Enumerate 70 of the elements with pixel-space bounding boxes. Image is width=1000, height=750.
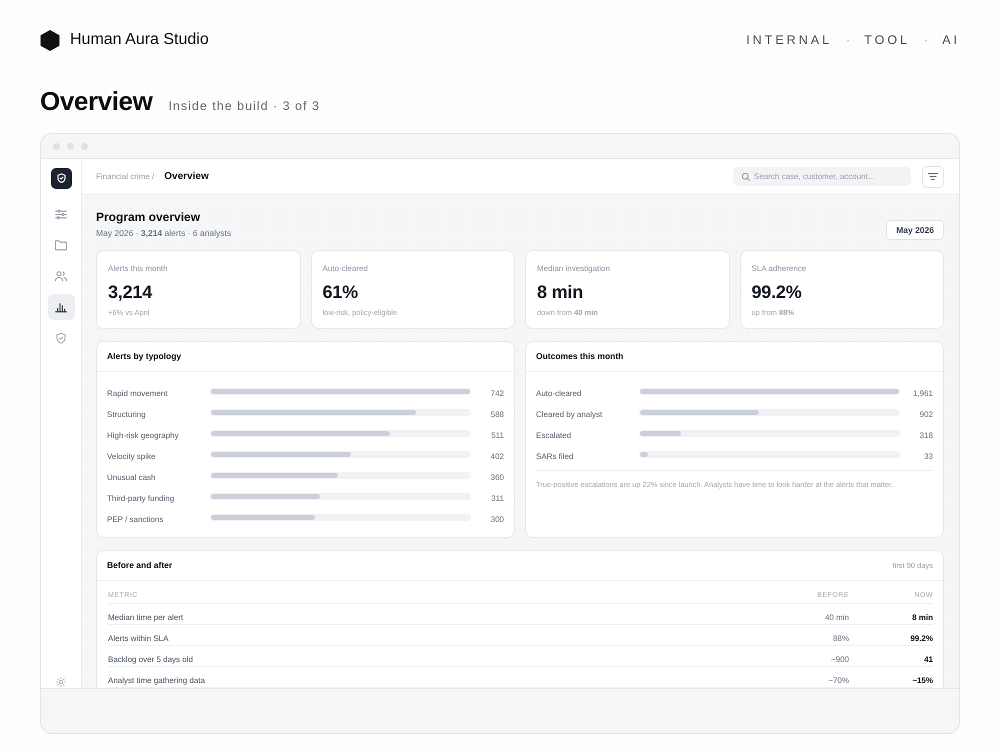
- stat-value: 61%: [322, 281, 358, 303]
- period-button[interactable]: May 2026: [886, 220, 944, 240]
- bar-label: Escalated: [536, 430, 572, 440]
- shield-check-icon: [55, 332, 67, 344]
- bar-chart-icon: [55, 302, 67, 312]
- page-subtitle: Inside the build · 3 of 3: [168, 98, 320, 114]
- brand-name: Human Aura Studio: [70, 30, 209, 50]
- stat-label: Auto-cleared: [322, 263, 368, 274]
- sliders-icon: [55, 208, 67, 220]
- filter-icon: [928, 173, 938, 180]
- table-cell: 40 min: [824, 613, 849, 622]
- bar-label: Auto-cleared: [536, 388, 582, 398]
- table-cell: Backlog over 5 days old: [108, 655, 193, 664]
- stat-value: 99.2%: [752, 281, 802, 303]
- users-icon: [55, 270, 67, 282]
- bar-label: Velocity spike: [107, 452, 156, 460]
- sidebar-item[interactable]: [48, 294, 74, 320]
- panel-title: Alerts by typology: [107, 351, 182, 362]
- bar-label: SARs filed: [536, 452, 574, 460]
- table-cell: 8 min: [912, 613, 933, 622]
- table-cell: ~70%: [828, 676, 849, 685]
- stat-label: Median investigation: [537, 263, 610, 274]
- bar-value: 588: [490, 410, 504, 418]
- stat-value: 8 min: [537, 281, 584, 303]
- page-title: Overview: [40, 86, 152, 116]
- bar-label: Cleared by analyst: [536, 410, 602, 418]
- bar-label: High-risk geography: [107, 430, 179, 440]
- breadcrumb-current: Overview: [164, 170, 209, 182]
- section-subtitle: May 2026 · 3,214 alerts · 6 analysts: [96, 227, 232, 240]
- bar-value: 902: [920, 410, 933, 418]
- table-cell: 88%: [832, 634, 849, 643]
- bar-value: 360: [490, 472, 504, 482]
- bar-label: Rapid movement: [107, 388, 168, 398]
- tagline-item: TOOL: [864, 32, 910, 48]
- sun-icon: [56, 677, 66, 687]
- shield-logo-icon: [50, 168, 72, 189]
- bar-value: 742: [490, 388, 504, 398]
- table-cell: Median time per alert: [108, 613, 184, 622]
- table-cell: 99.2%: [910, 634, 933, 643]
- bar-label: Third-party funding: [107, 494, 174, 502]
- folder-icon: [55, 240, 67, 250]
- bar-value: 1,961: [912, 388, 933, 398]
- table-cell: ~15%: [912, 676, 933, 685]
- table-cell: 41: [924, 655, 933, 664]
- bar-label: Unusual cash: [107, 472, 156, 482]
- table-cell: Analyst time gathering data: [108, 676, 205, 685]
- bar-label: PEP / sanctions: [107, 514, 164, 524]
- panel-title: Before and after: [107, 560, 172, 571]
- section-title: Program overview: [96, 209, 202, 225]
- bar-value: 511: [491, 430, 504, 440]
- stat-value: 3,214: [108, 281, 152, 303]
- table-cell: ~900: [830, 655, 849, 664]
- bar-value: 402: [490, 452, 504, 460]
- search-icon: [742, 172, 750, 180]
- tagline-item: INTERNAL: [746, 32, 832, 48]
- stat-label: Alerts this month: [108, 263, 168, 274]
- stat-label: SLA adherence: [752, 263, 806, 274]
- search-field[interactable]: Search case, customer, account...: [733, 167, 911, 186]
- bar-value: 300: [490, 514, 504, 524]
- bar-value: 311: [491, 494, 504, 502]
- tagline-item: AI: [942, 32, 960, 48]
- tagline-separator: ·: [846, 32, 850, 48]
- tagline-separator: ·: [924, 32, 928, 48]
- bar-value: 33: [924, 452, 933, 460]
- bar-label: Structuring: [107, 410, 146, 418]
- hexagon-logo-icon: [40, 30, 60, 50]
- panel-title: Outcomes this month: [536, 351, 624, 362]
- filter-button[interactable]: [922, 166, 944, 188]
- table-cell: Alerts within SLA: [108, 634, 168, 643]
- bar-value: 318: [920, 430, 933, 440]
